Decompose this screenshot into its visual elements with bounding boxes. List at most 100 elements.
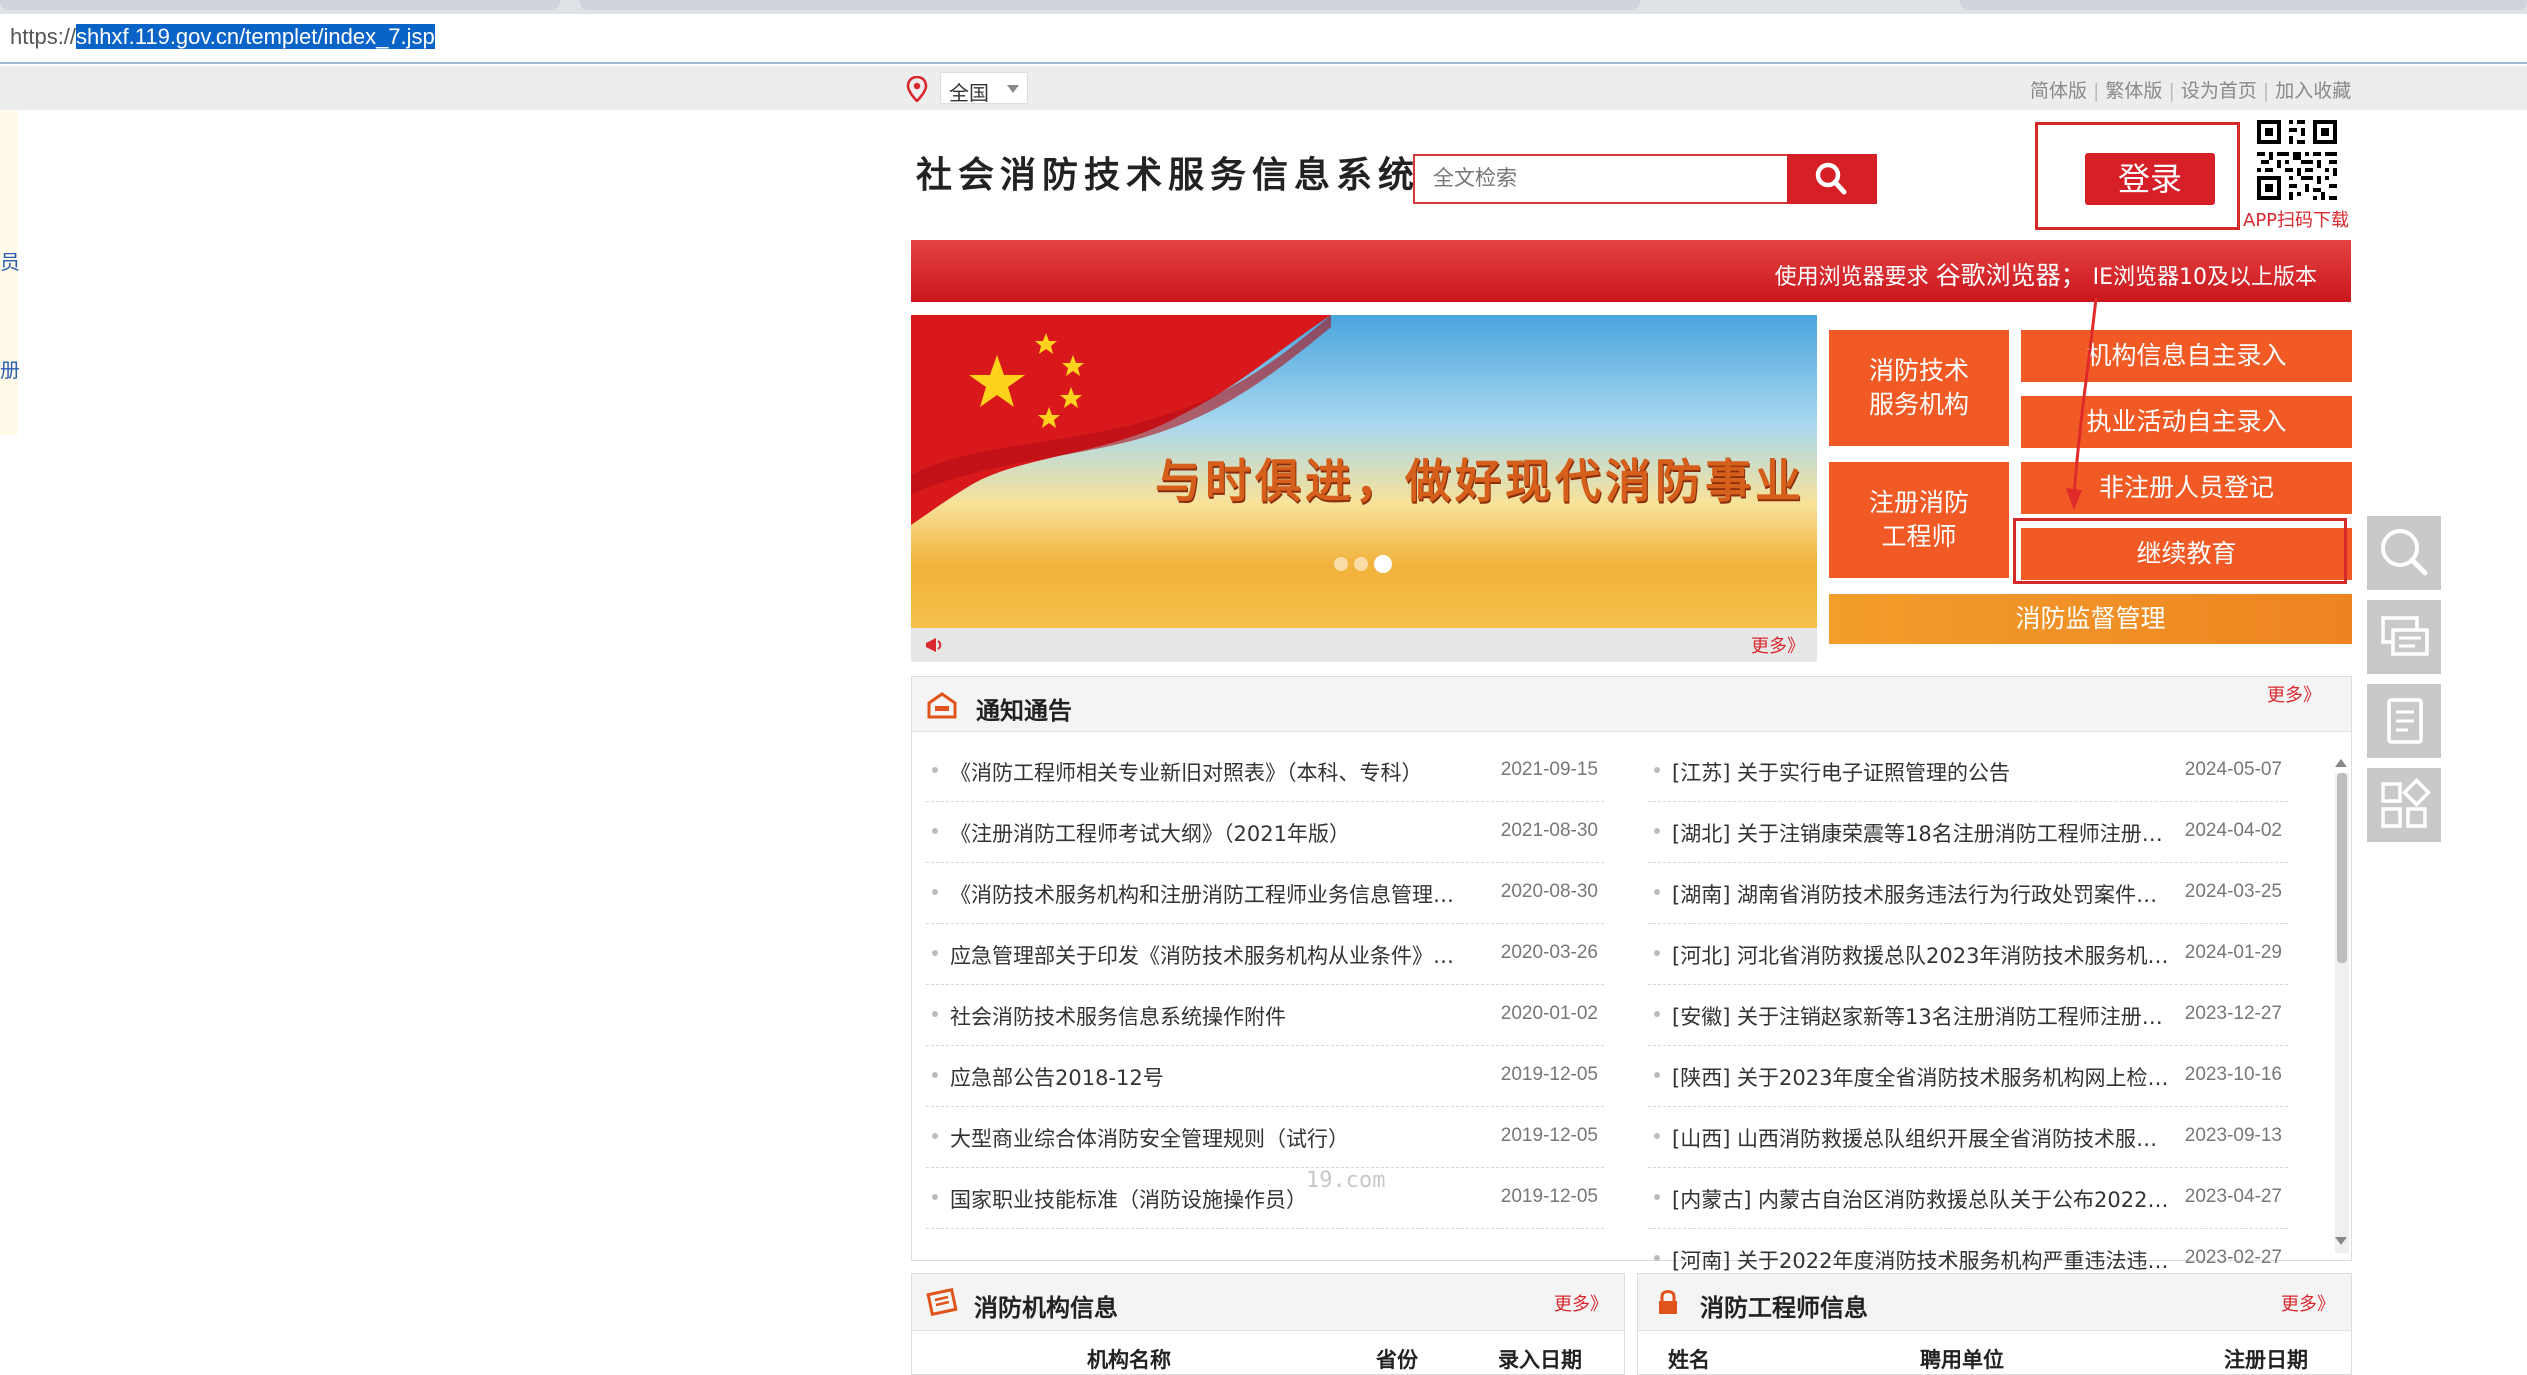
notice-title[interactable]: [河南] 关于2022年度消防技术服务机构严重违法违规... xyxy=(1672,1245,2172,1275)
notice-title[interactable]: 《消防工程师相关专业新旧对照表》（本科、专科） xyxy=(950,757,1470,787)
notice-date: 2021-08-30 xyxy=(1500,820,1598,841)
link-simplified[interactable]: 简体版 xyxy=(2030,80,2087,102)
side-apps-button[interactable] xyxy=(2367,768,2441,842)
site-title: 社会消防技术服务信息系统 xyxy=(916,154,1421,196)
notice-title[interactable]: [山西] 山西消防救援总队组织开展全省消防技术服务专... xyxy=(1672,1123,2172,1153)
bullet xyxy=(1654,828,1660,834)
list-item[interactable]: [河北] 河北省消防救援总队2023年消防技术服务机构... 2024-01-29 xyxy=(1648,924,2288,985)
carousel-dot[interactable] xyxy=(1354,557,1368,571)
list-item[interactable]: [湖南] 湖南省消防技术服务违法行为行政处罚案件公布... 2024-03-25 xyxy=(1648,863,2288,924)
login-button[interactable]: 登录 xyxy=(2085,153,2215,205)
org-info-more-link[interactable]: 更多》 xyxy=(1554,1290,1608,1316)
chat-icon xyxy=(2381,616,2429,656)
notice-date: 2024-01-29 xyxy=(2184,942,2282,963)
link-set-homepage[interactable]: 设为首页 xyxy=(2181,80,2257,102)
notice-date: 2020-01-02 xyxy=(1500,1003,1598,1024)
notice-browser: 谷歌浏览器； xyxy=(1935,261,2086,290)
list-item[interactable]: 应急部公告2018-12号 2019-12-05 xyxy=(926,1046,1604,1107)
bullet xyxy=(932,1133,938,1139)
bullet xyxy=(932,1072,938,1078)
notice-title[interactable]: [湖南] 湖南省消防技术服务违法行为行政处罚案件公布... xyxy=(1672,879,2172,909)
list-item[interactable]: 国家职业技能标准（消防设施操作员） 2019-12-05 19.com xyxy=(926,1168,1604,1229)
notice-title[interactable]: [陕西] 关于2023年度全省消防技术服务机构网上检查... xyxy=(1672,1062,2172,1092)
link-add-favorite[interactable]: 加入收藏 xyxy=(2275,80,2351,102)
scrollbar-thumb[interactable] xyxy=(2337,773,2347,963)
carousel-dots xyxy=(1331,555,1395,575)
notice-date: 2023-09-13 xyxy=(2184,1125,2282,1146)
list-item[interactable]: 《消防工程师相关专业新旧对照表》（本科、专科） 2021-09-15 xyxy=(926,741,1604,802)
notice-title[interactable]: 国家职业技能标准（消防设施操作员） xyxy=(950,1184,1470,1214)
carousel-dot[interactable] xyxy=(1334,557,1348,571)
side-search-button[interactable] xyxy=(2367,516,2441,590)
notice-title[interactable]: [湖北] 关于注销康荣震等18名注册消防工程师注册证... xyxy=(1672,818,2172,848)
notice-title[interactable]: [河北] 河北省消防救援总队2023年消防技术服务机构... xyxy=(1672,940,2172,970)
browser-tab-strip xyxy=(0,0,2527,14)
notice-date: 2019-12-05 xyxy=(1500,1064,1598,1085)
chevron-down-icon xyxy=(1007,85,1019,93)
notice-date: 2023-04-27 xyxy=(2184,1186,2282,1207)
region-select[interactable]: 全国 xyxy=(940,72,1028,105)
list-item[interactable]: [陕西] 关于2023年度全省消防技术服务机构网上检查... 2023-10-16 xyxy=(1648,1046,2288,1107)
list-item[interactable]: [安徽] 关于注销赵家新等13名注册消防工程师注册证... 2023-12-27 xyxy=(1648,985,2288,1046)
bullet xyxy=(932,828,938,834)
list-item[interactable]: [山西] 山西消防救援总队组织开展全省消防技术服务专... 2023-09-13 xyxy=(1648,1107,2288,1168)
qr-download-label: APP扫码下载 xyxy=(2243,210,2350,231)
notice-date: 2019-12-05 xyxy=(1500,1125,1598,1146)
search-icon xyxy=(1815,162,1847,195)
column-header: 姓名 xyxy=(1668,1348,1710,1372)
engineer-info-more-link[interactable]: 更多》 xyxy=(2281,1290,2335,1316)
list-item[interactable]: [内蒙古] 内蒙古自治区消防救援总队关于公布2022年... 2023-04-27 xyxy=(1648,1168,2288,1229)
notice-date: 2023-02-27 xyxy=(2184,1247,2282,1268)
notice-title[interactable]: 社会消防技术服务信息系统操作附件 xyxy=(950,1001,1470,1031)
notice-date: 2021-09-15 xyxy=(1500,759,1598,780)
address-bar[interactable]: https://shhxf.119.gov.cn/templet/index_7… xyxy=(0,14,2527,64)
notice-title[interactable]: 大型商业综合体消防安全管理规则（试行） xyxy=(950,1123,1470,1153)
notice-date: 2024-03-25 xyxy=(2184,881,2282,902)
link-traditional[interactable]: 繁体版 xyxy=(2105,80,2162,102)
search-button[interactable] xyxy=(1787,154,1877,204)
list-item[interactable]: 《消防技术服务机构和注册消防工程师业务信息管理系... 2020-08-30 xyxy=(926,863,1604,924)
notice-title[interactable]: [江苏] 关于实行电子证照管理的公告 xyxy=(1672,757,2172,787)
notices-scrollbar[interactable] xyxy=(2335,773,2349,1253)
list-item[interactable]: 社会消防技术服务信息系统操作附件 2020-01-02 xyxy=(926,985,1604,1046)
list-item[interactable]: [湖北] 关于注销康荣震等18名注册消防工程师注册证... 2024-04-02 xyxy=(1648,802,2288,863)
banner-carousel[interactable]: 与时俱进，做好现代消防事业 xyxy=(911,315,1817,628)
bullet xyxy=(932,889,938,895)
notice-title[interactable]: 应急部公告2018-12号 xyxy=(950,1062,1470,1092)
notice-title[interactable]: 应急管理部关于印发《消防技术服务机构从业条件》的... xyxy=(950,940,1470,970)
side-notes-button[interactable] xyxy=(2367,684,2441,758)
search-input[interactable] xyxy=(1413,154,1789,204)
notices-header: 通知通告 更多》 xyxy=(912,677,2351,732)
separator: | xyxy=(2262,80,2270,102)
notice-date: 2020-08-30 xyxy=(1500,881,1598,902)
carousel-dot-active[interactable] xyxy=(1374,555,1392,573)
browser-tab[interactable] xyxy=(580,0,1640,10)
list-item[interactable]: 《注册消防工程师考试大纲》（2021年版） 2021-08-30 xyxy=(926,802,1604,863)
notices-more-link[interactable]: 更多》 xyxy=(2267,681,2321,707)
url-field[interactable]: https://shhxf.119.gov.cn/templet/index_7… xyxy=(10,24,435,50)
fire-supervision-button[interactable]: 消防监督管理 xyxy=(1829,594,2352,644)
notice-title[interactable]: [内蒙古] 内蒙古自治区消防救援总队关于公布2022年... xyxy=(1672,1184,2172,1214)
browser-tab[interactable] xyxy=(1960,0,2527,10)
banner-more-link[interactable]: 更多》 xyxy=(1751,632,1805,658)
notice-title[interactable]: [安徽] 关于注销赵家新等13名注册消防工程师注册证... xyxy=(1672,1001,2172,1031)
side-chat-button[interactable] xyxy=(2367,600,2441,674)
list-item[interactable]: 应急管理部关于印发《消防技术服务机构从业条件》的... 2020-03-26 xyxy=(926,924,1604,985)
list-item[interactable]: [江苏] 关于实行电子证照管理的公告 2024-05-07 xyxy=(1648,741,2288,802)
notice-title[interactable]: 《消防技术服务机构和注册消防工程师业务信息管理系... xyxy=(950,879,1470,909)
left-sidebar-item[interactable]: 册 xyxy=(0,354,20,383)
scroll-down-arrow[interactable] xyxy=(2335,1237,2347,1245)
notices-list-right: [江苏] 关于实行电子证照管理的公告 2024-05-07 [湖北] 关于注销康荣… xyxy=(1648,741,2288,1289)
qr-code-icon[interactable] xyxy=(2253,116,2341,204)
notice-date: 2023-12-27 xyxy=(2184,1003,2282,1024)
browser-tab[interactable] xyxy=(0,0,560,10)
bullet xyxy=(932,1194,938,1200)
left-sidebar-item[interactable]: 员 xyxy=(0,246,20,275)
notice-title[interactable]: 《注册消防工程师考试大纲》（2021年版） xyxy=(950,818,1470,848)
list-item[interactable]: 大型商业综合体消防安全管理规则（试行） 2019-12-05 xyxy=(926,1107,1604,1168)
registered-fire-engineer-button[interactable]: 注册消防工程师 xyxy=(1829,462,2009,578)
fire-tech-service-org-button[interactable]: 消防技术服务机构 xyxy=(1829,330,2009,446)
notice-suffix: IE浏览器10及以上版本 xyxy=(2092,265,2317,290)
scroll-up-arrow[interactable] xyxy=(2335,759,2347,767)
watermark: 19.com xyxy=(1306,1168,1386,1193)
